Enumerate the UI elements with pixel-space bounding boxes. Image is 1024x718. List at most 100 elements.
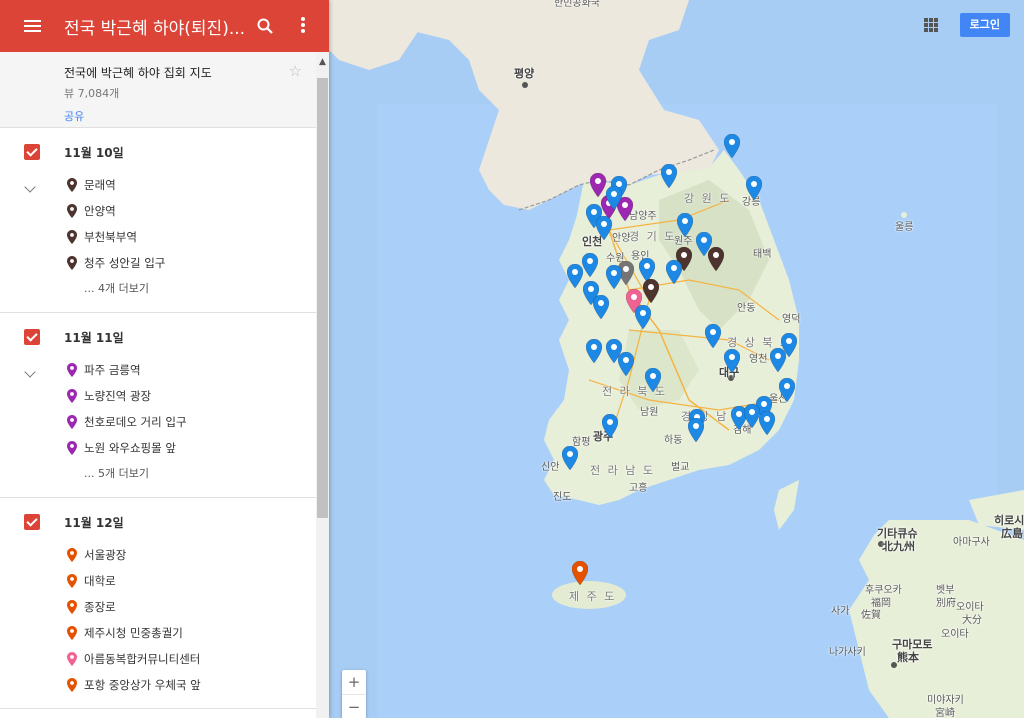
map-marker-icon[interactable] bbox=[770, 348, 786, 372]
map-label-hiroshima-jp: 広島 bbox=[1001, 527, 1023, 540]
map-marker-icon[interactable] bbox=[724, 349, 740, 373]
list-item[interactable]: 아름동복합커뮤니티센터 bbox=[0, 646, 316, 672]
map-marker-icon[interactable] bbox=[724, 134, 740, 158]
map-label-saga: 사가 bbox=[831, 606, 850, 617]
list-item[interactable]: 대학로 bbox=[0, 568, 316, 594]
map-marker-icon[interactable] bbox=[567, 264, 583, 288]
list-item[interactable]: 파주 금릉역 bbox=[0, 357, 316, 383]
map-marker-icon[interactable] bbox=[779, 378, 795, 402]
list-item[interactable]: 노원 와우쇼핑몰 앞 bbox=[0, 435, 316, 461]
list-item[interactable]: 부천북부역 bbox=[0, 224, 316, 250]
login-button[interactable]: 로그인 bbox=[959, 13, 1010, 37]
map-marker-icon[interactable] bbox=[606, 186, 622, 210]
layer-checkbox[interactable] bbox=[24, 514, 40, 530]
map-marker-icon[interactable] bbox=[759, 411, 775, 435]
scrollbar[interactable]: ▲ bbox=[316, 52, 329, 718]
layer-title: 11월 10일 bbox=[64, 145, 124, 160]
list-item-label: 안양역 bbox=[84, 204, 116, 218]
list-item-label: 노량진역 광장 bbox=[84, 389, 152, 403]
show-more-link[interactable]: ... 5개 더보기 bbox=[0, 461, 316, 487]
layer-section: 11월 10일 문래역 안양역 부천북부역 청주 성안길 입구... 4개 더보기 bbox=[0, 128, 316, 313]
map-marker-icon[interactable] bbox=[582, 253, 598, 277]
list-item[interactable]: 노량진역 광장 bbox=[0, 383, 316, 409]
layer-checkbox[interactable] bbox=[24, 144, 40, 160]
layer-header: 11월 12일 bbox=[0, 512, 316, 532]
list-item[interactable]: 포항 중앙상가 우체국 앞 bbox=[0, 672, 316, 698]
map-label-oita-jp: 大分 bbox=[962, 615, 982, 626]
place-marker-icon bbox=[67, 415, 77, 429]
scroll-up-arrow-icon[interactable]: ▲ bbox=[316, 52, 329, 72]
list-item-label: 천호로데오 거리 입구 bbox=[84, 415, 187, 429]
layer-section: 11월 11일파주 금릉역노량진역 광장천호로데오 거리 입구노원 와우쇼핑몰 … bbox=[0, 313, 316, 498]
map-marker-icon[interactable] bbox=[606, 265, 622, 289]
sidebar: 전국 박근혜 하야(퇴진)... 전국에 박근혜 하야 집회 지도 뷰 7,08… bbox=[0, 0, 329, 718]
list-item[interactable]: 청주 성안길 입구 bbox=[0, 250, 316, 276]
map-marker-icon[interactable] bbox=[645, 368, 661, 392]
map-label-taebaek: 태백 bbox=[753, 249, 772, 260]
map-label-namyangju: 남양주 bbox=[629, 211, 657, 222]
view-count: 뷰 7,084개 bbox=[64, 87, 120, 100]
map-label-beppu-jp: 別府 bbox=[936, 598, 956, 609]
place-marker-icon bbox=[67, 548, 77, 562]
more-vert-icon[interactable] bbox=[301, 17, 305, 33]
map-marker-icon[interactable] bbox=[596, 216, 612, 240]
map-label-nagasaki: 나가사키 bbox=[829, 647, 866, 658]
map-marker-icon[interactable] bbox=[708, 247, 724, 271]
layer-header: 11월 10일 bbox=[0, 142, 316, 162]
map-marker-icon[interactable] bbox=[688, 418, 704, 442]
map-marker-icon[interactable] bbox=[744, 404, 760, 428]
list-item-label: 노원 와우쇼핑몰 앞 bbox=[84, 441, 176, 455]
map-marker-icon[interactable] bbox=[590, 173, 606, 197]
search-icon[interactable] bbox=[257, 18, 273, 34]
map-marker-icon[interactable] bbox=[705, 324, 721, 348]
map-marker-icon[interactable] bbox=[586, 339, 602, 363]
map-label-goheung: 고흥 bbox=[629, 483, 648, 494]
list-item-label: 포항 중앙상가 우체국 앞 bbox=[84, 678, 201, 692]
map-marker-icon[interactable] bbox=[635, 305, 651, 329]
map-marker-icon[interactable] bbox=[618, 352, 634, 376]
list-item[interactable]: 서울광장 bbox=[0, 542, 316, 568]
map-description: 전국에 박근혜 하야 집회 지도 bbox=[64, 66, 212, 80]
map-label-pyongyang: 평양 bbox=[514, 67, 535, 80]
show-more-link[interactable]: ... 4개 더보기 bbox=[0, 276, 316, 302]
list-item[interactable]: 제주시청 민중총궐기 bbox=[0, 620, 316, 646]
map-marker-icon[interactable] bbox=[677, 213, 693, 237]
map-marker-icon[interactable] bbox=[643, 279, 659, 303]
list-item-label: 청주 성안길 입구 bbox=[84, 256, 166, 270]
star-icon[interactable]: ☆ bbox=[289, 62, 302, 80]
apps-grid-icon[interactable] bbox=[924, 18, 938, 32]
list-item-label: 종장로 bbox=[84, 600, 116, 614]
map-marker-icon[interactable] bbox=[666, 260, 682, 284]
map-marker-icon[interactable] bbox=[602, 414, 618, 438]
share-link[interactable]: 공유 bbox=[64, 108, 316, 124]
map-label-andong: 안동 bbox=[737, 303, 756, 314]
list-item-label: 부천북부역 bbox=[84, 230, 137, 244]
list-item[interactable]: 종장로 bbox=[0, 594, 316, 620]
list-item[interactable]: 안양역 bbox=[0, 198, 316, 224]
map-marker-icon[interactable] bbox=[746, 176, 762, 200]
map-marker-icon[interactable] bbox=[562, 446, 578, 470]
list-item-label: 파주 금릉역 bbox=[84, 363, 141, 377]
map-label-hadong: 하동 bbox=[664, 435, 683, 446]
zoom-out-button[interactable]: − bbox=[342, 694, 366, 718]
layer-title: 11월 11일 bbox=[64, 330, 124, 345]
layer-items: 문래역안양역부천북부역청주 성안길 입구 bbox=[0, 172, 316, 276]
map-marker-icon[interactable] bbox=[661, 164, 677, 188]
hamburger-menu-icon[interactable] bbox=[24, 20, 41, 32]
map-marker-icon[interactable] bbox=[593, 295, 609, 319]
place-marker-icon bbox=[67, 363, 77, 377]
map-label-oita2: 오이타 bbox=[941, 629, 969, 640]
legend-panel[interactable]: 전국에 박근혜 하야 집회 지도 뷰 7,084개 공유 ☆ 11월 10일문래… bbox=[0, 52, 316, 718]
map-label-saga-jp: 佐賀 bbox=[861, 610, 881, 621]
zoom-in-button[interactable]: + bbox=[342, 670, 366, 694]
map-label-yeongcheon: 영천 bbox=[749, 354, 768, 365]
list-item[interactable]: 문래역 bbox=[0, 172, 316, 198]
scroll-thumb[interactable] bbox=[317, 78, 328, 518]
map-marker-icon[interactable] bbox=[572, 561, 588, 585]
map-label-gyeonggi: 경 기 도 bbox=[629, 230, 677, 243]
list-item[interactable]: 천호로데오 거리 입구 bbox=[0, 409, 316, 435]
layer-checkbox[interactable] bbox=[24, 329, 40, 345]
place-marker-icon bbox=[67, 678, 77, 692]
map-canvas[interactable]: 평양 한민공화국 강 원 도 경 기 도 남양주 인천 안양 수원 용인 원주 … bbox=[329, 0, 1024, 718]
place-marker-icon bbox=[67, 389, 77, 403]
